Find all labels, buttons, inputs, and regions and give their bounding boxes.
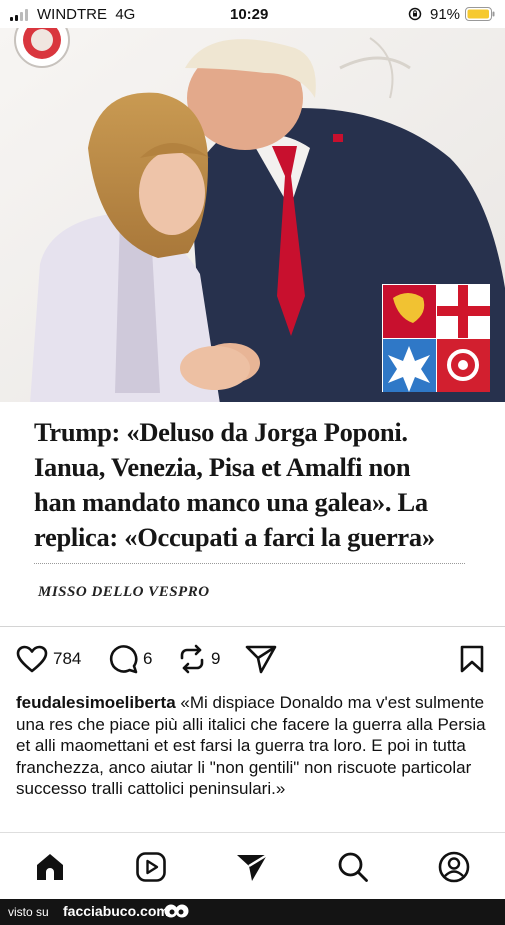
status-bar: WINDTRE 4G 10:29 91% xyxy=(0,0,505,28)
comment-button[interactable]: 6 xyxy=(108,644,152,674)
send-icon xyxy=(245,645,277,674)
maritime-republics-flag-icon xyxy=(382,284,490,392)
repost-count: 9 xyxy=(211,649,221,668)
watermark-site: facciabuco.com xyxy=(63,903,169,919)
watermark-prefix: visto su xyxy=(8,905,49,919)
profile-icon xyxy=(438,851,470,883)
photo-illustration xyxy=(0,28,505,404)
comment-count: 6 xyxy=(143,649,153,668)
post-actions: 784 6 9 xyxy=(0,638,505,682)
nav-reels[interactable] xyxy=(134,850,168,884)
headline-line: Trump: «Deluso da Jorga Poponi. xyxy=(34,417,408,447)
bottom-navigation xyxy=(0,833,505,899)
home-icon xyxy=(37,854,63,880)
headline-line: replica: «Occupati a farci la guerra» xyxy=(34,522,435,552)
battery-icon xyxy=(465,7,495,21)
carrier-label: WINDTRE 4G xyxy=(37,6,136,23)
post-photo[interactable] xyxy=(0,28,505,404)
divider xyxy=(34,563,465,564)
article-byline: MISSO DELLO VESPRO xyxy=(38,584,210,600)
status-time: 10:29 xyxy=(230,6,269,23)
like-count: 784 xyxy=(53,649,82,668)
headline-line: han mandato manco una galea». La xyxy=(34,487,428,517)
post-caption: feudalesimoeliberta «Mi dispiace Donaldo… xyxy=(16,692,491,800)
reels-icon xyxy=(136,852,166,882)
battery-percent: 91% xyxy=(430,6,461,23)
send-icon xyxy=(237,853,268,881)
caption-username[interactable]: feudalesimoeliberta xyxy=(16,693,176,712)
cellular-signal-icon xyxy=(10,9,30,21)
search-icon xyxy=(338,852,368,882)
bookmark-icon xyxy=(460,645,484,673)
rotation-lock-icon xyxy=(408,7,422,21)
comment-icon xyxy=(109,645,138,674)
repost-icon xyxy=(180,644,204,674)
like-button[interactable]: 784 xyxy=(16,644,81,674)
nav-search[interactable] xyxy=(336,850,370,884)
facciabuco-logo-icon xyxy=(164,904,189,918)
nav-profile[interactable] xyxy=(437,850,471,884)
heart-icon xyxy=(16,645,48,673)
headline-line: Ianua, Venezia, Pisa et Amalfi non xyxy=(34,452,411,482)
article-headline: Trump: «Deluso da Jorga Poponi. Ianua, V… xyxy=(34,415,496,555)
repost-button[interactable]: 9 xyxy=(178,644,220,674)
divider xyxy=(0,626,505,627)
nav-home[interactable] xyxy=(33,850,67,884)
share-button[interactable] xyxy=(244,644,278,674)
save-button[interactable] xyxy=(459,644,485,674)
nav-messages[interactable] xyxy=(235,850,269,884)
article-card[interactable]: Trump: «Deluso da Jorga Poponi. Ianua, V… xyxy=(0,402,505,626)
watermark-bar: visto su facciabuco.com xyxy=(0,899,505,925)
